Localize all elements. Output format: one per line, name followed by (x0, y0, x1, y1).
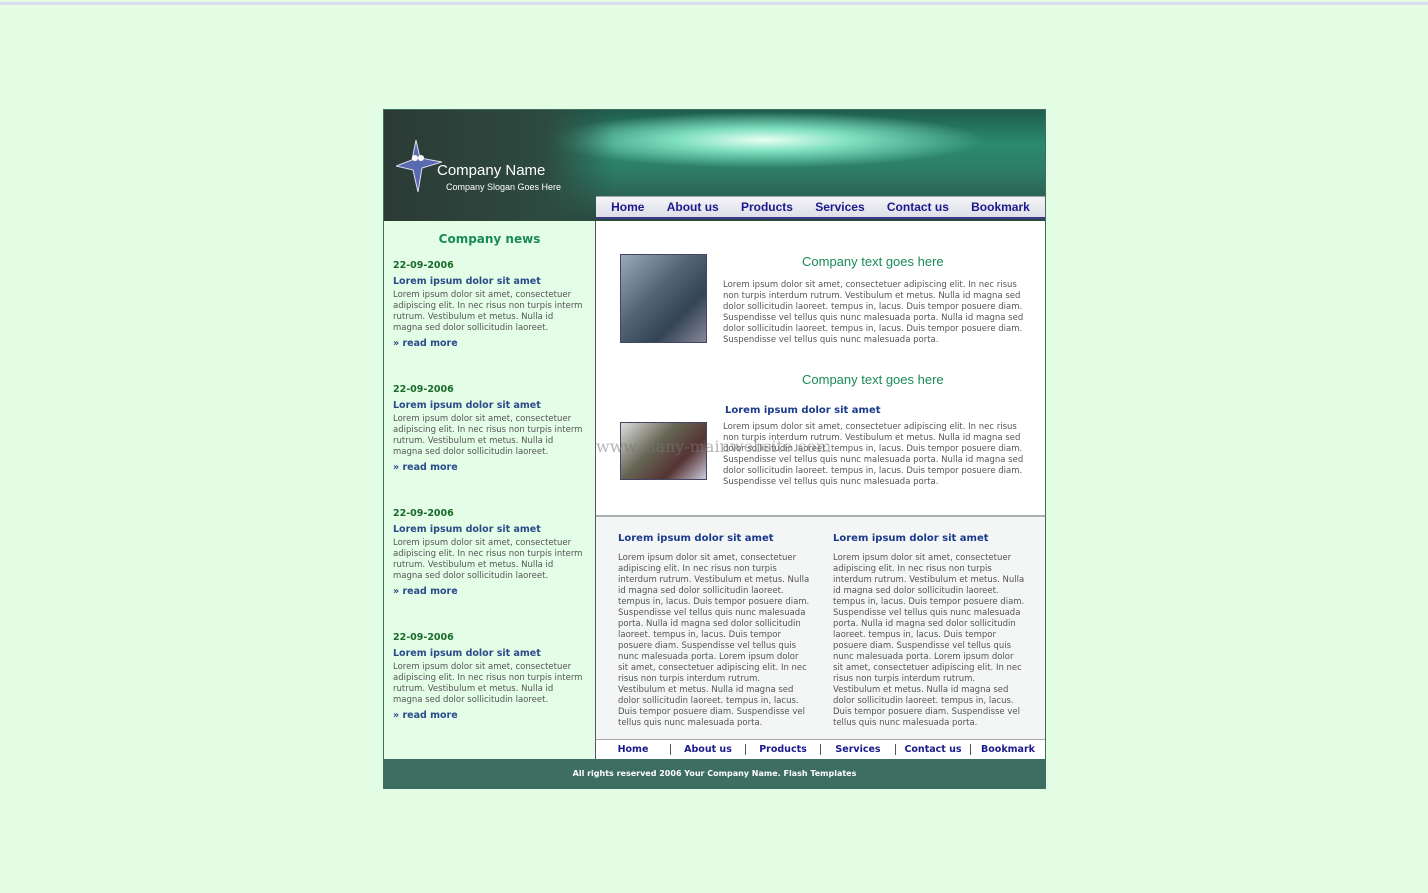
nav-bookmark[interactable]: Bookmark (971, 200, 1030, 214)
page-container: Company Name Company Slogan Goes Here Ho… (383, 109, 1046, 789)
two-column-section: Lorem ipsum dolor sit amet Lorem ipsum d… (596, 515, 1045, 739)
news-item: 22-09-2006 Lorem ipsum dolor sit amet Lo… (393, 508, 586, 632)
news-text: Lorem ipsum dolor sit amet, consectetuer… (393, 538, 583, 581)
company-name: Company Name (437, 162, 546, 179)
news-date: 22-09-2006 (393, 632, 454, 643)
header-banner: Company Name Company Slogan Goes Here Ho… (384, 110, 1045, 221)
company-slogan: Company Slogan Goes Here (446, 182, 562, 192)
nav-products[interactable]: Products (741, 200, 793, 214)
top-border (0, 2, 1428, 5)
read-more-label: read more (402, 462, 458, 473)
nav-services[interactable]: Services (815, 200, 864, 214)
section-subtitle: Lorem ipsum dolor sit amet (725, 405, 881, 416)
column-title: Lorem ipsum dolor sit amet (618, 533, 774, 544)
column: Lorem ipsum dolor sit amet Lorem ipsum d… (618, 533, 810, 729)
read-more-label: read more (402, 586, 458, 597)
news-title[interactable]: Lorem ipsum dolor sit amet (393, 648, 586, 659)
read-more-link[interactable]: » read more (393, 338, 586, 349)
section-text: Lorem ipsum dolor sit amet, consectetuer… (723, 280, 1024, 345)
news-item: 22-09-2006 Lorem ipsum dolor sit amet Lo… (393, 632, 586, 756)
star-logo-icon (396, 140, 442, 192)
news-date: 22-09-2006 (393, 384, 454, 395)
footer-nav-products[interactable]: Products (745, 744, 820, 755)
section-title: Company text goes here (802, 254, 944, 269)
news-text: Lorem ipsum dolor sit amet, consectetuer… (393, 662, 583, 705)
column-title: Lorem ipsum dolor sit amet (833, 533, 989, 544)
news-text: Lorem ipsum dolor sit amet, consectetuer… (393, 414, 583, 457)
read-more-link[interactable]: » read more (393, 462, 586, 473)
news-date: 22-09-2006 (393, 508, 454, 519)
business-people-photo (620, 254, 707, 343)
news-title[interactable]: Lorem ipsum dolor sit amet (393, 524, 586, 535)
nav-home[interactable]: Home (611, 200, 644, 214)
nav-contact-us[interactable]: Contact us (887, 200, 949, 214)
read-more-link[interactable]: » read more (393, 710, 586, 721)
news-item: 22-09-2006 Lorem ipsum dolor sit amet Lo… (393, 260, 586, 384)
footer-nav-services[interactable]: Services (820, 744, 895, 755)
news-title[interactable]: Lorem ipsum dolor sit amet (393, 400, 586, 411)
footer-nav-home[interactable]: Home (596, 744, 670, 755)
footer-nav-bookmark[interactable]: Bookmark (970, 744, 1045, 755)
copyright: All rights reserved 2006 Your Company Na… (384, 759, 1045, 788)
nav-about-us[interactable]: About us (667, 200, 719, 214)
news-item: 22-09-2006 Lorem ipsum dolor sit amet Lo… (393, 384, 586, 508)
footer-nav: Home About us Products Services Contact … (596, 739, 1045, 759)
main-content: Company text goes here Lorem ipsum dolor… (596, 221, 1045, 515)
news-title[interactable]: Lorem ipsum dolor sit amet (393, 276, 586, 287)
column-text: Lorem ipsum dolor sit amet, consectetuer… (833, 553, 1025, 728)
footer-nav-contact-us[interactable]: Contact us (895, 744, 970, 755)
watermark: www.many-mainwebsite.com (596, 437, 832, 456)
read-more-label: read more (402, 710, 458, 721)
news-sidebar: Company news 22-09-2006 Lorem ipsum dolo… (384, 221, 596, 759)
news-heading: Company news (438, 232, 541, 246)
news-date: 22-09-2006 (393, 260, 454, 271)
section-title: Company text goes here (802, 372, 944, 387)
footer-nav-about-us[interactable]: About us (670, 744, 745, 755)
column: Lorem ipsum dolor sit amet Lorem ipsum d… (833, 533, 1025, 729)
main-nav: Home About us Products Services Contact … (596, 196, 1045, 219)
read-more-link[interactable]: » read more (393, 586, 586, 597)
column-text: Lorem ipsum dolor sit amet, consectetuer… (618, 553, 810, 728)
news-text: Lorem ipsum dolor sit amet, consectetuer… (393, 290, 583, 333)
read-more-label: read more (402, 338, 458, 349)
